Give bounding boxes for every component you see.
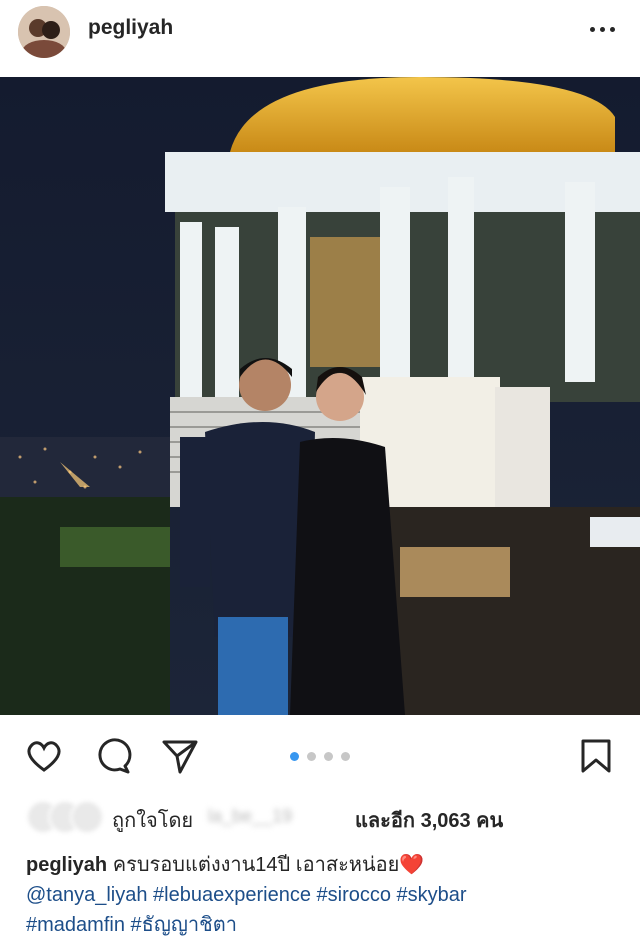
heart-emoji-icon: ❤️	[399, 854, 425, 876]
carousel-dot	[324, 752, 333, 761]
heart-icon[interactable]	[24, 736, 64, 776]
post-header: pegliyah	[0, 0, 640, 72]
carousel-dot	[341, 752, 350, 761]
liked-by-user[interactable]: la_be__19	[208, 806, 292, 827]
caption: pegliyah ครบรอบแต่งงาน14ปี เอาสะหน่อย❤️ …	[26, 850, 626, 940]
action-bar	[0, 730, 640, 786]
caption-line-1: pegliyah ครบรอบแต่งงาน14ปี เอาสะหน่อย❤️	[26, 850, 626, 880]
likes-count[interactable]: และอีก 3,063 คน	[355, 804, 503, 836]
liker-avatars	[26, 800, 104, 834]
likes-row[interactable]: ถูกใจโดย la_be__19 และอีก 3,063 คน	[20, 798, 620, 838]
avatar[interactable]	[18, 6, 70, 58]
carousel-indicator	[288, 750, 352, 762]
avatar	[70, 800, 104, 834]
photo-scene	[0, 77, 640, 715]
carousel-dot-active	[290, 752, 299, 761]
username[interactable]: pegliyah	[88, 16, 173, 40]
post-photo[interactable]	[0, 77, 640, 715]
avatar-image	[18, 6, 70, 58]
caption-tags-line-2[interactable]: @tanya_liyah #lebuaexperience #sirocco #…	[26, 880, 626, 910]
share-icon[interactable]	[160, 736, 200, 776]
caption-username[interactable]: pegliyah	[26, 854, 107, 876]
caption-tags-line-3[interactable]: #madamfin #ธัญญาชิตา	[26, 910, 626, 940]
more-options-icon[interactable]	[588, 14, 618, 44]
carousel-dot	[307, 752, 316, 761]
comment-icon[interactable]	[92, 736, 132, 776]
bookmark-icon[interactable]	[576, 736, 616, 776]
liked-by-label: ถูกใจโดย	[112, 810, 194, 832]
caption-text: ครบรอบแต่งงาน14ปี เอาสะหน่อย	[112, 854, 400, 876]
